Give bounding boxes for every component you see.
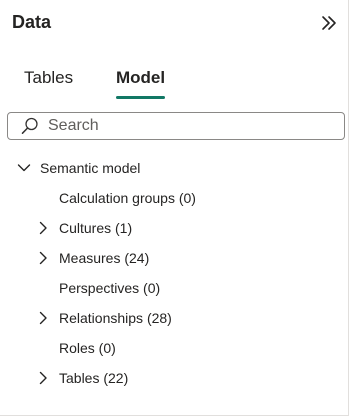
chevron-right-icon[interactable] [35, 370, 51, 386]
tree-item-perspectives[interactable]: Perspectives (0) [59, 273, 160, 303]
chevron-right-icon[interactable] [35, 220, 51, 236]
tree-item-label: Relationships (28) [59, 310, 172, 326]
tab-model-label: Model [116, 68, 166, 87]
tree-item-measures[interactable]: Measures (24) [35, 243, 149, 273]
chevron-right-icon[interactable] [35, 250, 51, 266]
tree-item-label: Calculation groups (0) [59, 190, 196, 206]
search-icon [20, 116, 40, 136]
tree-item-calculation-groups[interactable]: Calculation groups (0) [59, 183, 196, 213]
tab-model[interactable]: Model [116, 68, 166, 100]
tree-item-tables[interactable]: Tables (22) [35, 363, 128, 393]
tree-item-label: Cultures (1) [59, 220, 133, 236]
tree-item-label: Tables (22) [59, 370, 129, 386]
tree-item-label: Measures (24) [59, 250, 150, 266]
double-chevron-right-icon [320, 14, 338, 32]
chevron-right-icon[interactable] [35, 310, 51, 326]
search-box[interactable] [7, 112, 345, 140]
tree-item-label: Perspectives (0) [59, 280, 161, 296]
pane-title: Data [12, 12, 52, 32]
tab-selected-indicator [116, 96, 166, 99]
collapse-pane-button[interactable] [318, 12, 340, 34]
data-pane: Data Tables Model Search Semantic model … [0, 0, 349, 416]
tree-item-roles[interactable]: Roles (0) [59, 333, 116, 363]
search-input[interactable] [48, 117, 318, 135]
tab-tables[interactable]: Tables [24, 68, 73, 100]
tab-tables-label: Tables [24, 68, 74, 87]
tree-item-label: Roles (0) [59, 340, 116, 356]
chevron-down-icon[interactable] [16, 160, 32, 176]
tree-item-relationships[interactable]: Relationships (28) [35, 303, 172, 333]
tree-node-semantic-model[interactable]: Semantic model [16, 153, 140, 183]
pane-tabs: Tables Model [0, 68, 348, 104]
tree-item-cultures[interactable]: Cultures (1) [35, 213, 132, 243]
tree-node-label: Semantic model [40, 160, 141, 176]
